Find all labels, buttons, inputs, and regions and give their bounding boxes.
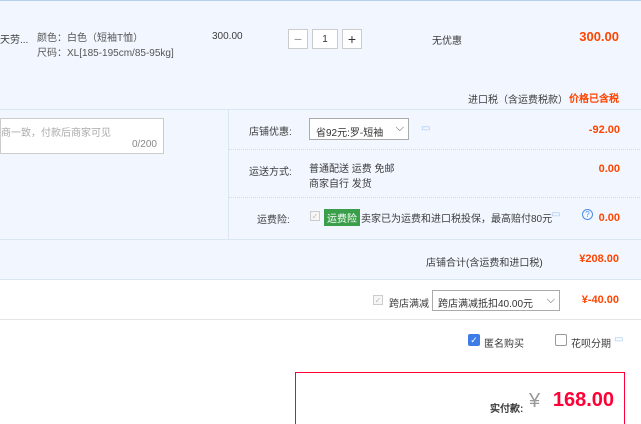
item-attributes: 颜色：白色（短袖T恤） 尺码：XL[185-195cm/85-95kg] [37,31,177,61]
cross-shop-discount-row: ✓ 跨店满减 跨店满减抵扣40.00元 ⌵ ¥-40.00 [0,280,641,320]
quantity-input[interactable]: 1 [312,29,338,49]
cross-shop-select[interactable]: 跨店满减抵扣40.00元 ⌵ [432,290,560,311]
shop-discount-selected: 省92元:罗-短袖 [316,128,384,139]
payment-summary-box: 实付款: ¥ 168.00 [295,372,625,424]
quantity-minus-button[interactable]: − [288,29,308,49]
insurance-checkbox[interactable]: ✓ [310,211,320,221]
shop-total-row: 店铺合计(含运费和进口税) ¥208.00 [0,240,641,280]
insurance-value: 0.00 [598,212,620,224]
insurance-description: 卖家已为运费和进口税投保，最高赔付80元 [361,214,553,225]
chevron-down-icon: ⌵ [395,122,404,134]
cross-shop-selected: 跨店满减抵扣40.00元 [438,299,534,310]
shop-total-value: ¥208.00 [579,253,619,265]
anonymous-checkbox[interactable]: ✓ [468,334,480,346]
import-tax-label: 进口税（含运费税款） [468,95,568,106]
item-title[interactable]: 天劳... [0,31,28,46]
anonymous-label[interactable]: 匿名购买 [484,335,524,350]
shop-discount-row: 店铺优惠: 省92元:罗-短袖 ⌵ ▭ -92.00 [229,110,641,150]
buyer-message-area: 商一致，付款后商家可见 0/200 [0,110,228,240]
import-tax-value: 价格已含税 [569,94,619,105]
shipping-insurance-row: 运费险: ✓ 运费险 卖家已为运费和进口税投保，最高赔付80元 ▭ ? 0.00 [229,198,641,240]
message-char-counter: 0/200 [131,139,157,150]
payment-amount: 168.00 [552,389,614,411]
insurance-label: 运费险: [257,215,290,226]
chevron-down-icon: ⌵ [546,294,555,306]
buyer-message-input[interactable]: 商一致，付款后商家可见 0/200 [0,118,164,154]
help-question-icon[interactable]: ? [582,209,593,220]
chat-bubble-icon[interactable]: ▭ [421,123,430,134]
shop-total-label: 店铺合计(含运费和进口税) [426,258,543,269]
shipping-value: 0.00 [598,163,620,175]
cross-shop-label: 跨店满减 [389,299,429,310]
quantity-stepper: − 1 + [288,29,362,49]
shipping-line-1: 普通配送 运费 免邮 [309,164,395,175]
chat-bubble-icon[interactable]: ▭ [614,334,623,345]
item-subtotal: 300.00 [579,29,619,44]
cross-shop-value: ¥-40.00 [581,294,619,306]
item-discount: 无优惠 [432,36,462,47]
payment-label: 实付款: [490,404,524,415]
shop-discount-label: 店铺优惠: [249,127,292,138]
shipping-method: 普通配送 运费 免邮 商家自行 发货 [309,162,395,192]
order-item-row: 天劳... 颜色：白色（短袖T恤） 尺码：XL[185-195cm/85-95k… [0,0,641,110]
shipping-label: 运送方式: [249,167,292,178]
item-size-attr: 尺码：XL[185-195cm/85-95kg] [37,48,174,59]
shop-discount-select[interactable]: 省92元:罗-短袖 ⌵ [309,118,409,140]
shipping-row: 运送方式: 普通配送 运费 免邮 商家自行 发货 0.00 [229,150,641,198]
chat-bubble-icon[interactable]: ▭ [551,209,560,220]
cross-shop-checkbox[interactable]: ✓ [373,295,383,305]
purchase-options: ✓ 匿名购买 花呗分期 ▭ [0,320,641,362]
item-color-attr: 颜色：白色（短袖T恤） [37,33,144,44]
installment-checkbox[interactable] [555,334,567,346]
message-placeholder: 商一致，付款后商家可见 [1,128,111,139]
shipping-line-2: 商家自行 发货 [309,179,372,190]
installment-label[interactable]: 花呗分期 [571,335,611,350]
shop-discount-value: -92.00 [588,124,620,136]
payment-currency: ¥ [529,390,541,412]
quantity-plus-button[interactable]: + [342,29,362,49]
item-unit-price: 300.00 [212,31,243,42]
order-options-panel: 店铺优惠: 省92元:罗-短袖 ⌵ ▭ -92.00 运送方式: 普通配送 运费… [228,110,641,240]
insurance-tag: 运费险 [324,209,360,226]
